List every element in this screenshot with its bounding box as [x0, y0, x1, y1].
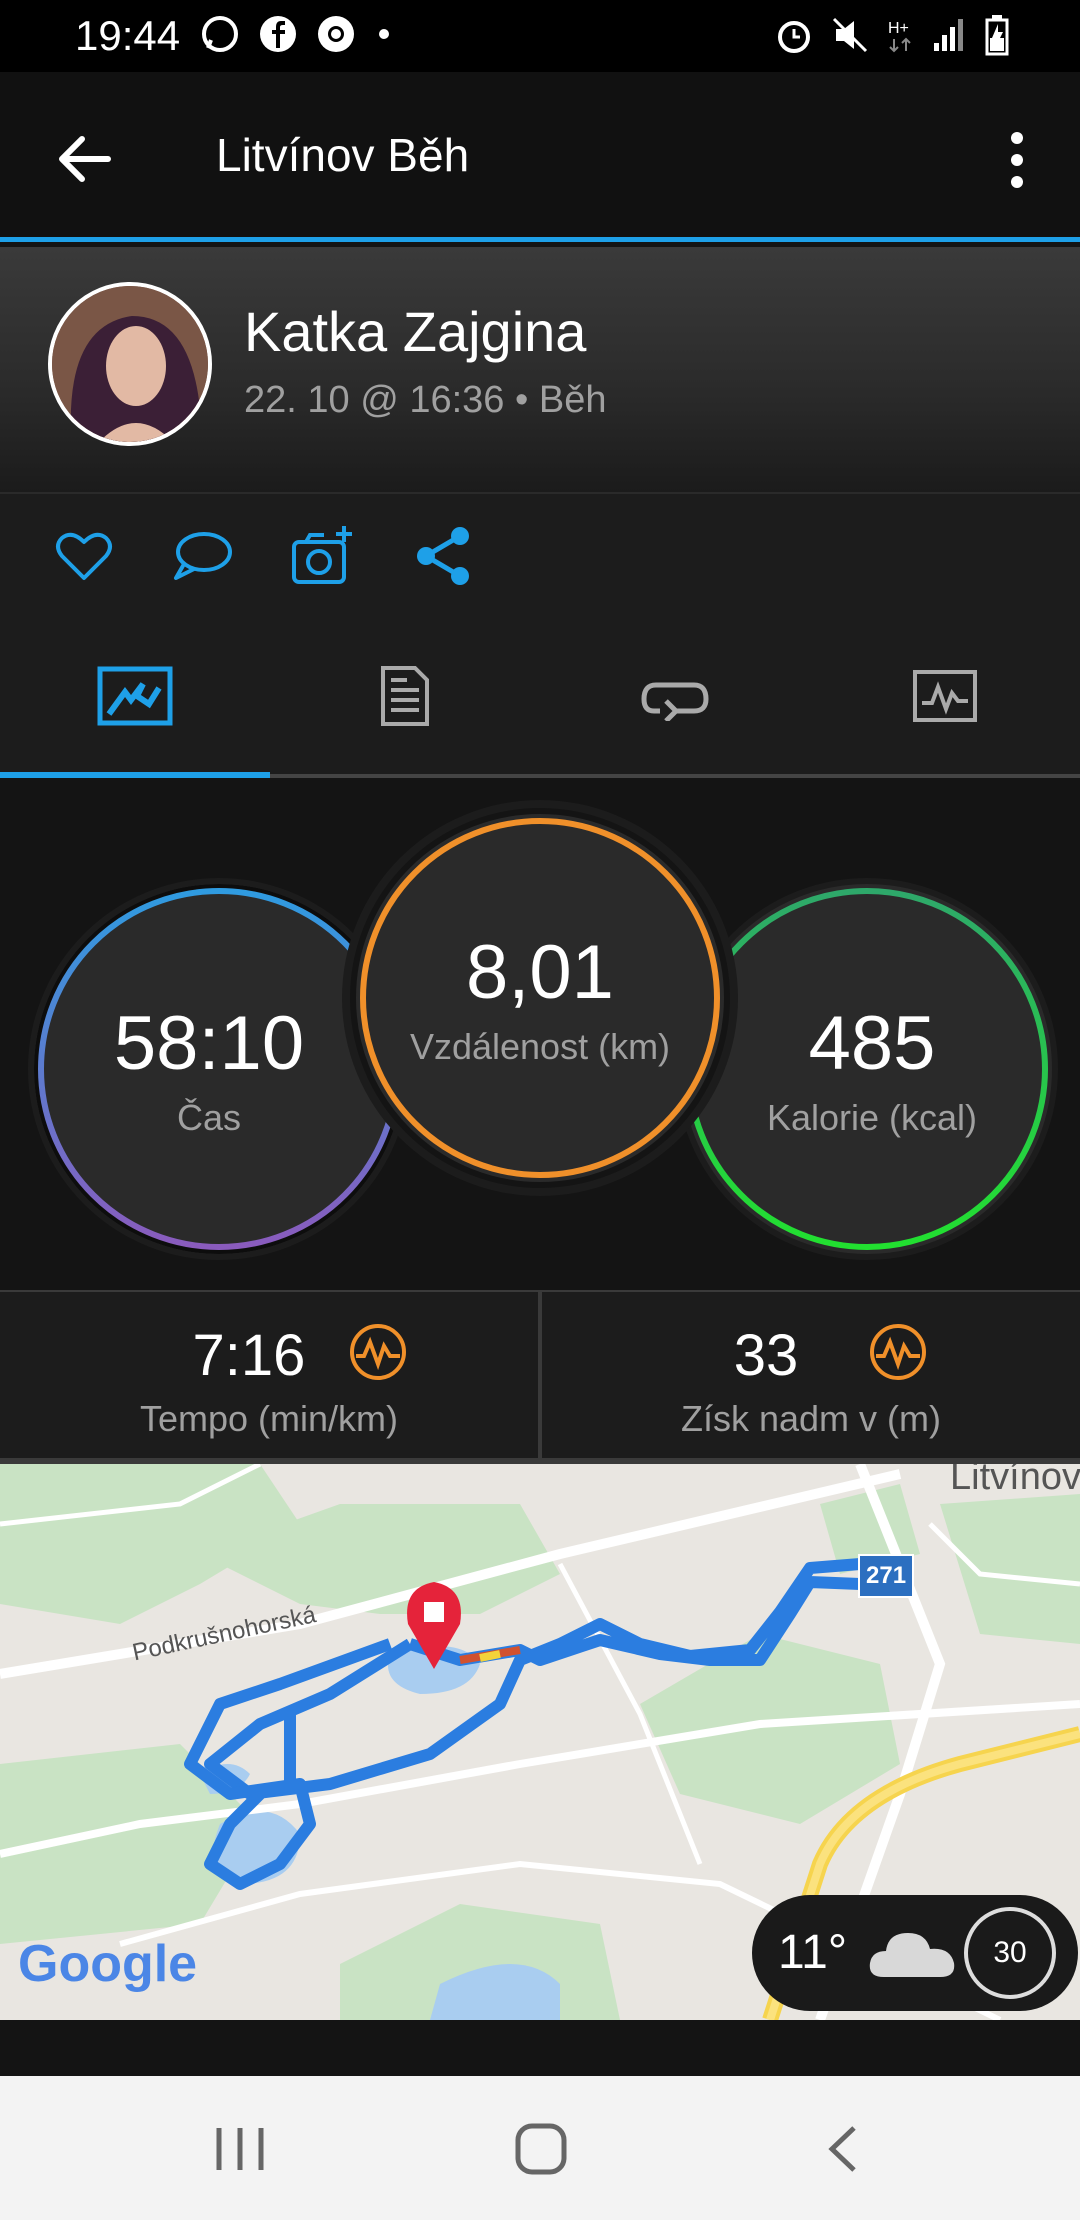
- activity-tabs: [0, 618, 1080, 778]
- signal-icon: [934, 19, 963, 51]
- status-time: 19:44: [75, 12, 181, 59]
- bottom-strip: [0, 2020, 1080, 2076]
- map-stats-icon: [97, 666, 173, 726]
- google-logo: Google: [18, 1935, 198, 1993]
- avatar[interactable]: [48, 282, 212, 446]
- calories-circle: 485 Kalorie (kcal): [676, 878, 1058, 1260]
- wind-speed-dial: 30: [964, 1907, 1056, 1999]
- tab-map-stats[interactable]: [0, 618, 270, 774]
- facebook-icon: [260, 16, 296, 52]
- svg-text:H+: H+: [888, 20, 909, 37]
- social-actions: [0, 492, 1080, 620]
- tab-charts[interactable]: [810, 618, 1080, 774]
- back-nav-icon[interactable]: [810, 2114, 880, 2184]
- stats-panel: 58:10 Čas 485 Kalorie (kcal) 8,01 Vzdále…: [0, 778, 1080, 1290]
- elevation-value: 33: [733, 1323, 799, 1388]
- like-icon[interactable]: [52, 524, 116, 588]
- whatsapp-icon: [202, 16, 238, 52]
- app-bar-accent-line: [0, 237, 1080, 242]
- activity-meta: 22. 10 @ 16:36 • Běh: [244, 379, 607, 421]
- elevation-chart-icon: [870, 1324, 926, 1380]
- status-bar: 19:44 H+: [0, 0, 1080, 72]
- weather-badge[interactable]: 11° 30: [752, 1895, 1078, 2011]
- hplus-data-icon: H+: [888, 20, 911, 53]
- time-circle: 58:10 Čas: [28, 878, 410, 1260]
- recents-icon[interactable]: [205, 2114, 275, 2184]
- comment-icon[interactable]: [170, 524, 234, 588]
- app-bar: Litvínov Běh: [0, 72, 1080, 242]
- dot-icon: [379, 29, 389, 39]
- distance-ring: [360, 818, 720, 1178]
- alarm-icon: [778, 21, 810, 53]
- cloud-icon: [869, 1933, 955, 1977]
- tab-details[interactable]: [270, 618, 540, 774]
- time-ring: [38, 888, 400, 1250]
- user-name: Katka Zajgina: [244, 300, 587, 363]
- pace-chart-icon: [350, 1324, 406, 1380]
- back-arrow-icon[interactable]: [52, 124, 122, 194]
- pace-value: 7:16: [192, 1323, 306, 1388]
- add-photo-icon[interactable]: [290, 524, 354, 588]
- activity-header: Katka Zajgina 22. 10 @ 16:36 • Běh: [0, 247, 1080, 492]
- home-icon[interactable]: [506, 2114, 576, 2184]
- tab-laps[interactable]: [540, 618, 810, 774]
- battery-charging-icon: [985, 15, 1009, 56]
- details-icon: [381, 666, 429, 726]
- calories-ring: [686, 888, 1048, 1250]
- page-title: Litvínov Běh: [216, 129, 470, 181]
- metrics-row: 7:16 Tempo (min/km) 33 Získ nadm v (m): [0, 1290, 1080, 1460]
- more-options-icon[interactable]: [992, 130, 1042, 190]
- system-nav-bar: [0, 2076, 1080, 2220]
- mute-icon: [832, 17, 868, 53]
- route-number-badge: 271: [858, 1554, 915, 1598]
- laps-icon: [641, 682, 709, 721]
- share-icon[interactable]: [412, 524, 476, 588]
- pace-label: Tempo (min/km): [139, 1398, 399, 1439]
- pace-metric[interactable]: 7:16 Tempo (min/km): [0, 1292, 538, 1460]
- distance-circle: 8,01 Vzdálenost (km): [350, 808, 730, 1188]
- charts-icon: [913, 670, 977, 722]
- elevation-label: Získ nadm v (m): [680, 1398, 941, 1439]
- chrome-icon: [318, 16, 354, 52]
- elevation-metric[interactable]: 33 Získ nadm v (m): [542, 1292, 1080, 1460]
- town-label: Litvínov: [950, 1464, 1080, 1498]
- temperature: 11°: [778, 1926, 848, 1979]
